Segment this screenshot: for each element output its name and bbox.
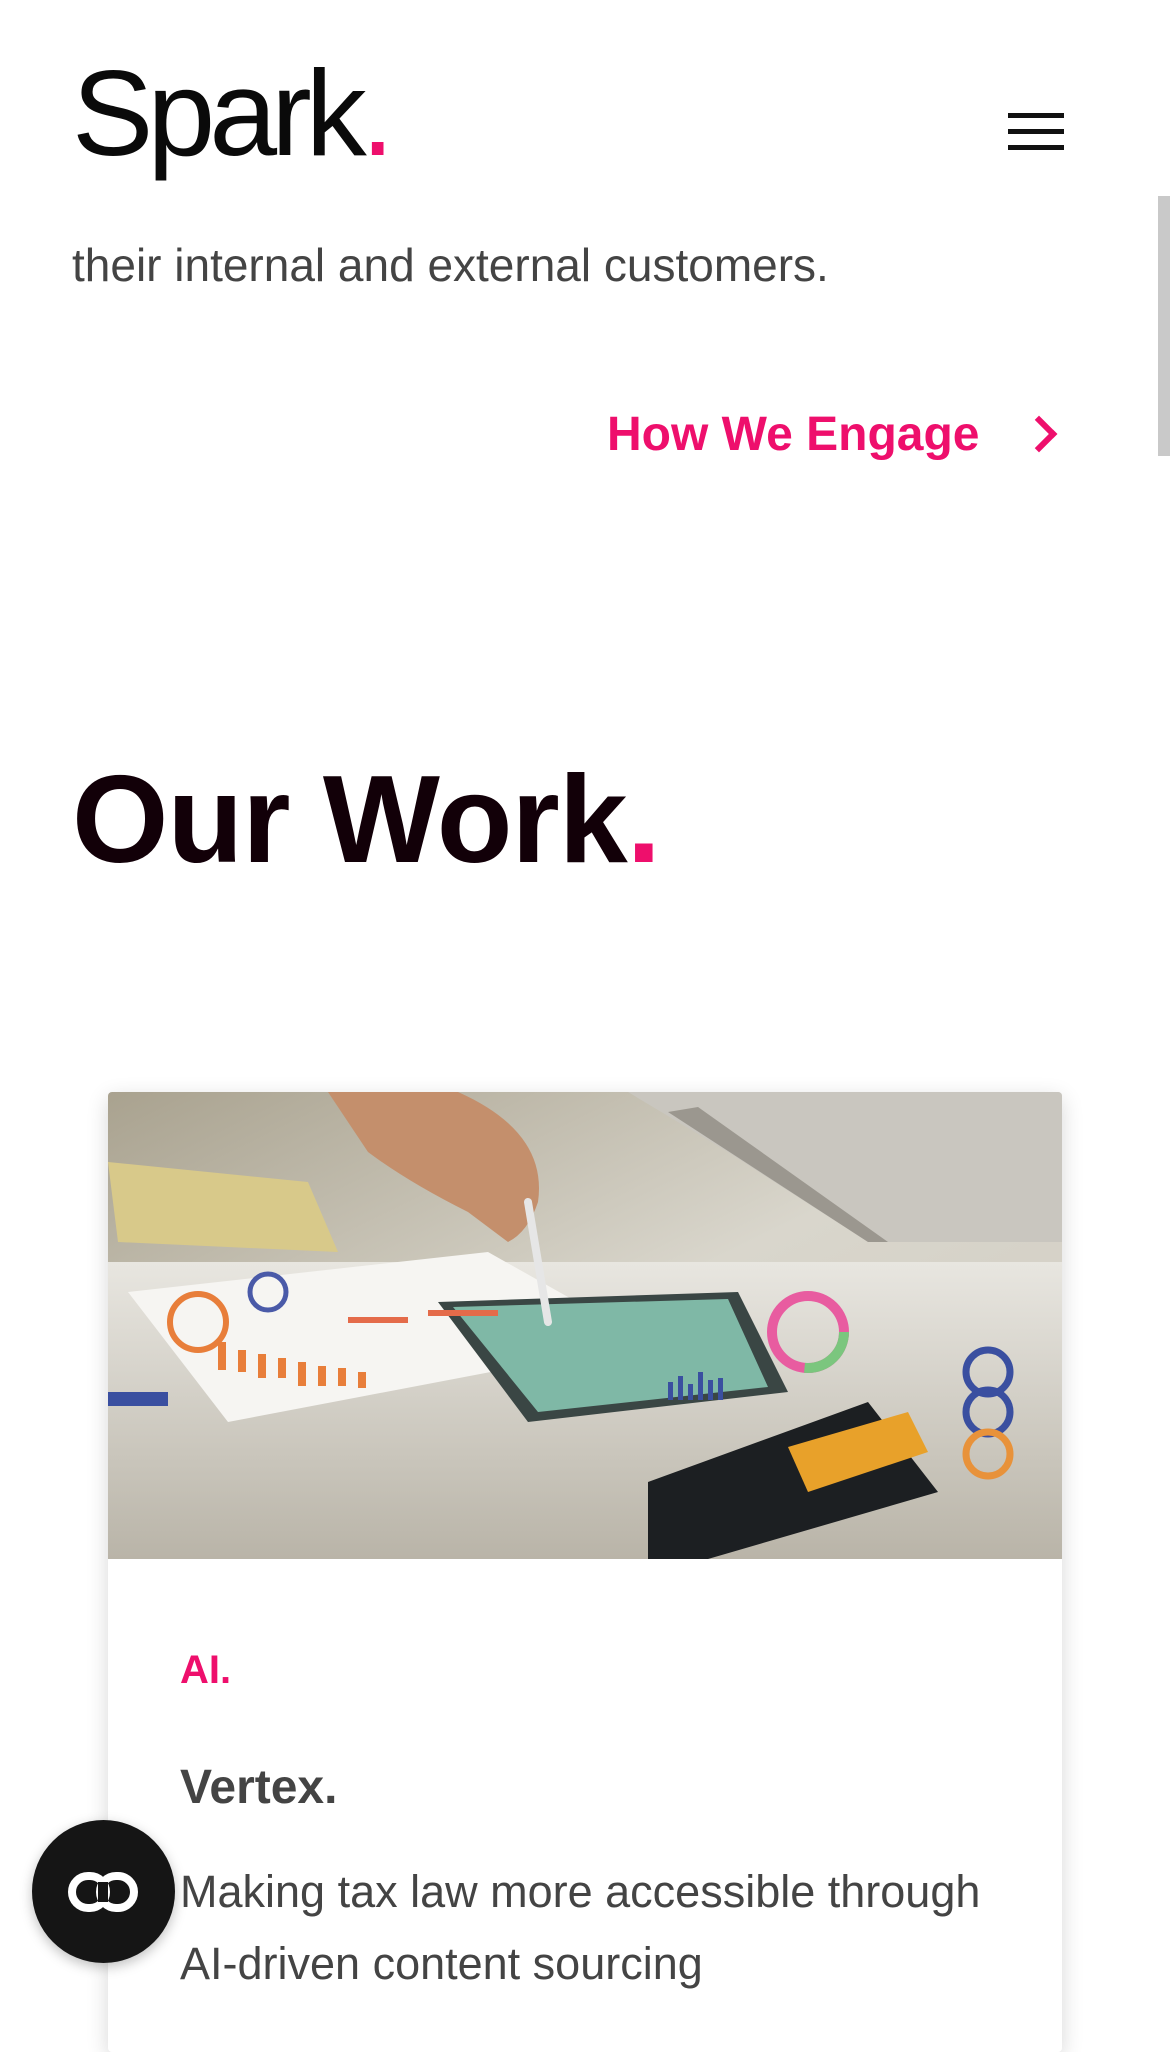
- chat-link-icon: [68, 1872, 138, 1912]
- card-description: Making tax law more accessible through A…: [180, 1866, 981, 1989]
- card-title: Vertex.: [180, 1761, 338, 1814]
- chevron-right-icon: [1020, 415, 1057, 453]
- card-image: [108, 1092, 1062, 1559]
- our-work-heading: Our Work.: [72, 758, 661, 882]
- chat-button[interactable]: [32, 1820, 175, 1963]
- logo-text: Spark: [72, 45, 367, 181]
- card-category-tag: AI.: [180, 1648, 232, 1692]
- intro-text: their internal and external customers.: [72, 239, 829, 291]
- logo-dot: .: [360, 45, 395, 181]
- how-we-engage-link[interactable]: How We Engage: [607, 404, 1057, 464]
- hamburger-icon[interactable]: [1008, 113, 1066, 153]
- our-work-title: Our Work: [72, 751, 628, 889]
- how-we-engage-label: How We Engage: [607, 407, 980, 461]
- work-card-vertex[interactable]: AI. Vertex. Making tax law more accessib…: [108, 1092, 1062, 2052]
- our-work-dot: .: [626, 751, 661, 889]
- spark-logo[interactable]: Spark.: [72, 52, 395, 174]
- scrollbar[interactable]: [1158, 196, 1170, 456]
- site-header: Spark.: [0, 0, 1170, 195]
